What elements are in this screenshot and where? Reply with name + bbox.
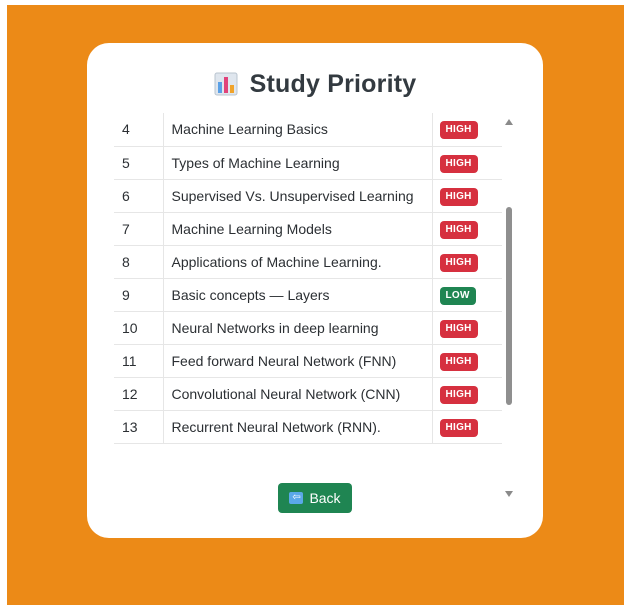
priority-badge-high: HIGH xyxy=(439,187,478,206)
row-number: 13 xyxy=(114,410,164,444)
back-button-label: Back xyxy=(309,490,341,506)
back-button[interactable]: ⇦ Back xyxy=(278,483,352,513)
table-row: 5 Types of Machine Learning HIGH xyxy=(114,146,502,180)
table-row: 8 Applications of Machine Learning. HIGH xyxy=(114,245,502,279)
row-number: 10 xyxy=(114,311,164,345)
priority-badge-high: HIGH xyxy=(439,352,478,371)
row-priority: HIGH xyxy=(432,344,502,378)
row-priority: HIGH xyxy=(432,245,502,279)
priority-badge-high: HIGH xyxy=(439,385,478,404)
row-topic: Feed forward Neural Network (FNN) xyxy=(163,344,433,378)
row-number: 5 xyxy=(114,146,164,180)
priority-badge-high: HIGH xyxy=(439,253,478,272)
row-topic: Types of Machine Learning xyxy=(163,146,433,180)
scrollbar-thumb[interactable] xyxy=(506,207,512,405)
priority-badge-high: HIGH xyxy=(439,418,478,437)
priority-badge-high: HIGH xyxy=(439,220,478,239)
row-topic: Machine Learning Models xyxy=(163,212,433,246)
page-background: Study Priority 4 Machine Learning Basics H… xyxy=(7,5,624,605)
table-row: 13 Recurrent Neural Network (RNN). HIGH xyxy=(114,410,502,444)
page-title: Study Priority xyxy=(249,69,417,98)
row-topic: Neural Networks in deep learning xyxy=(163,311,433,345)
row-topic: Applications of Machine Learning. xyxy=(163,245,433,279)
table-row: 11 Feed forward Neural Network (FNN) HIGH xyxy=(114,344,502,378)
row-priority: HIGH xyxy=(432,212,502,246)
row-priority: LOW xyxy=(432,278,502,312)
scroll-down-arrow-icon[interactable] xyxy=(505,491,513,497)
priority-badge-high: HIGH xyxy=(439,121,478,140)
row-number: 9 xyxy=(114,278,164,312)
row-number: 6 xyxy=(114,179,164,213)
row-topic: Basic concepts — Layers xyxy=(163,278,433,312)
priority-badge-high: HIGH xyxy=(439,154,478,173)
table-row: 7 Machine Learning Models HIGH xyxy=(114,212,502,246)
row-number: 12 xyxy=(114,377,164,411)
row-topic: Supervised Vs. Unsupervised Learning xyxy=(163,179,433,213)
row-priority: HIGH xyxy=(432,179,502,213)
table-row: 12 Convolutional Neural Network (CNN) HIGH xyxy=(114,377,502,411)
table-row: 4 Machine Learning Basics HIGH xyxy=(114,113,502,147)
row-priority: HIGH xyxy=(432,410,502,444)
back-arrow-icon: ⇦ xyxy=(289,492,304,504)
priority-table-viewport[interactable]: 4 Machine Learning Basics HIGH 5 Types of Ma… xyxy=(114,113,502,501)
scroll-up-arrow-icon[interactable] xyxy=(505,119,513,125)
row-priority: HIGH xyxy=(432,311,502,345)
row-topic: Recurrent Neural Network (RNN). xyxy=(163,410,433,444)
row-priority: HIGH xyxy=(432,146,502,180)
row-priority: HIGH xyxy=(432,113,502,147)
row-topic: Machine Learning Basics xyxy=(163,113,433,147)
priority-badge-high: HIGH xyxy=(439,319,478,338)
row-number: 7 xyxy=(114,212,164,246)
row-number: 8 xyxy=(114,245,164,279)
header: Study Priority xyxy=(87,67,543,101)
table-row: 10 Neural Networks in deep learning HIGH xyxy=(114,311,502,345)
row-topic: Convolutional Neural Network (CNN) xyxy=(163,377,433,411)
priority-table: 4 Machine Learning Basics HIGH 5 Types of Ma… xyxy=(114,113,502,444)
study-priority-card: Study Priority 4 Machine Learning Basics H… xyxy=(87,43,543,538)
table-row: 6 Supervised Vs. Unsupervised Learning HIG… xyxy=(114,179,502,213)
row-priority: HIGH xyxy=(432,377,502,411)
priority-table-scroll[interactable]: 4 Machine Learning Basics HIGH 5 Types of Ma… xyxy=(114,113,502,501)
row-number: 4 xyxy=(114,113,164,147)
priority-badge-low: LOW xyxy=(439,286,476,305)
row-number: 11 xyxy=(114,344,164,378)
bar-chart-icon xyxy=(214,72,238,96)
table-row: 9 Basic concepts — Layers LOW xyxy=(114,278,502,312)
table-scrollbar[interactable] xyxy=(502,115,516,501)
